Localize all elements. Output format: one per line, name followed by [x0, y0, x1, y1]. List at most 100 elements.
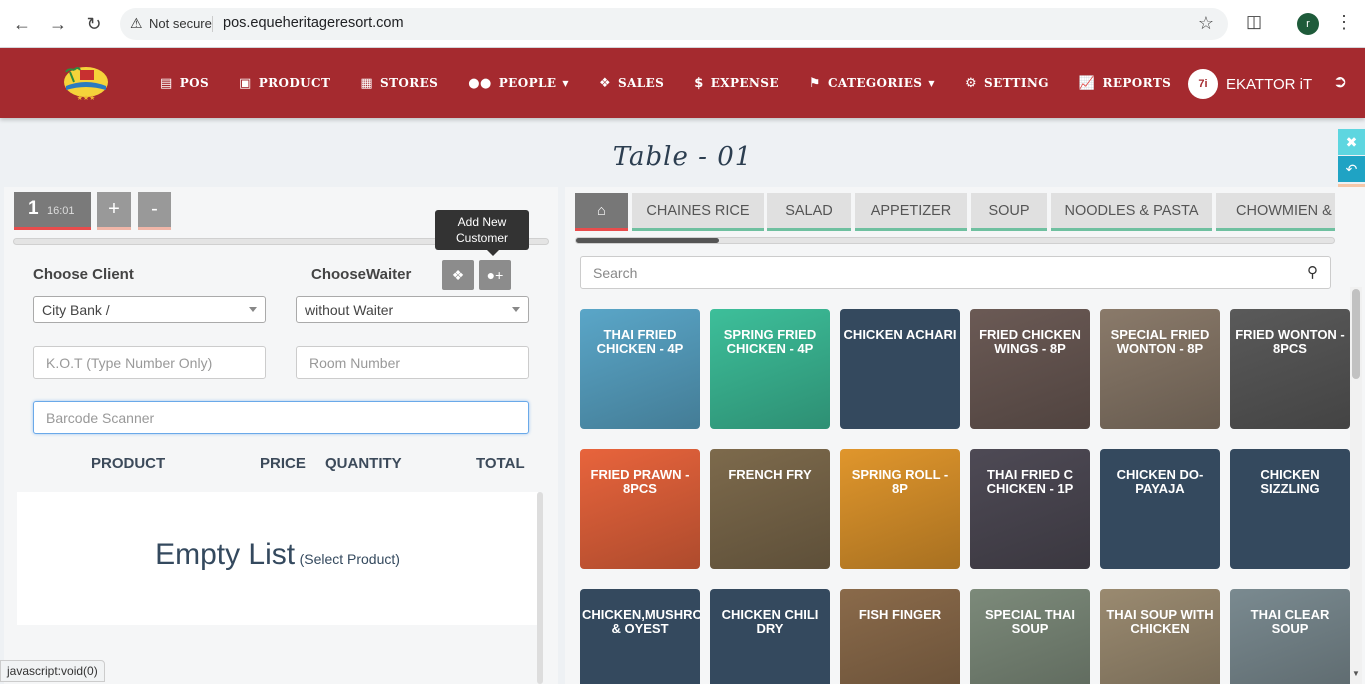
- product-search[interactable]: Search ⚲: [580, 256, 1331, 289]
- menu-people[interactable]: ●● PEOPLE ▼: [468, 76, 569, 91]
- tab-soup[interactable]: SOUP: [971, 193, 1047, 231]
- security-label[interactable]: Not secure: [149, 16, 212, 31]
- chevron-down-icon: ▼: [928, 78, 935, 88]
- reload-icon[interactable]: ↻: [82, 12, 106, 36]
- menu-pos-label: POS: [179, 76, 210, 90]
- products-panel: ⌂ CHAINES RICE SALAD APPETIZER SOUP NOOD…: [565, 187, 1365, 684]
- scrollbar-thumb[interactable]: [1352, 289, 1360, 379]
- profile-avatar[interactable]: r: [1297, 13, 1319, 35]
- product-name: CHICKEN CHILI DRY: [721, 607, 819, 636]
- tab-appetizer[interactable]: APPETIZER: [855, 193, 967, 231]
- brand-logo: 7i: [1188, 69, 1218, 99]
- menu-sales-label: SALES: [618, 76, 665, 90]
- product-card[interactable]: CHICKEN SIZZLING: [1230, 449, 1350, 569]
- search-input[interactable]: Search: [593, 265, 637, 281]
- logout-icon[interactable]: ➲: [1333, 72, 1347, 92]
- barcode-input[interactable]: Barcode Scanner: [33, 401, 529, 434]
- product-card[interactable]: SPECIAL THAI SOUP: [970, 589, 1090, 684]
- product-card[interactable]: THAI FRIED CHICKEN - 4P: [580, 309, 700, 429]
- tab-salad[interactable]: SALAD: [767, 193, 851, 231]
- product-card[interactable]: FISH FINGER: [840, 589, 960, 684]
- warning-icon: ⚠: [130, 15, 143, 31]
- search-icon[interactable]: ⚲: [1307, 263, 1318, 281]
- address-bar[interactable]: ⚠ Not secure pos.equeheritageresort.com …: [120, 8, 1228, 40]
- product-card[interactable]: FRENCH FRY: [710, 449, 830, 569]
- menu-expense[interactable]: $ EXPENSE: [694, 76, 779, 91]
- tab-chaines-rice[interactable]: CHAINES RICE: [632, 193, 764, 231]
- menu-stores-label: STORES: [380, 76, 439, 90]
- extensions-icon[interactable]: ◫: [1243, 12, 1265, 34]
- menu-product-label: PRODUCT: [258, 76, 331, 90]
- bookmark-star-icon[interactable]: ☆: [1198, 13, 1214, 34]
- menu-stores[interactable]: ▦ STORES: [360, 76, 438, 91]
- brand[interactable]: 7i EKATTOR iT: [1188, 69, 1312, 99]
- product-card[interactable]: SPECIAL FRIED WONTON - 8P: [1100, 309, 1220, 429]
- tab-noodles-pasta[interactable]: NOODLES & PASTA: [1051, 193, 1212, 231]
- waiter-select[interactable]: without Waiter: [296, 296, 529, 323]
- client-label: Choose Client: [33, 266, 134, 283]
- product-name: SPRING ROLL - 8P: [851, 467, 949, 496]
- order-tab-time: 16:01: [47, 205, 75, 217]
- product-card[interactable]: CHICKEN CHILI DRY: [710, 589, 830, 684]
- back-icon[interactable]: ←: [10, 12, 34, 36]
- product-card[interactable]: CHICKEN,MUSHROOM & OYEST: [580, 589, 700, 684]
- product-card[interactable]: FRIED WONTON - 8PCS: [1230, 309, 1350, 429]
- tab-chowmien[interactable]: CHOWMIEN & C: [1216, 193, 1335, 231]
- product-name: SPECIAL THAI SOUP: [984, 607, 1076, 636]
- ticket-icon[interactable]: ❖: [442, 260, 474, 290]
- add-order-button[interactable]: +: [97, 192, 131, 230]
- menu-categories[interactable]: ⚑ CATEGORIES ▼: [809, 76, 935, 91]
- product-name: CHICKEN SIZZLING: [1260, 467, 1320, 496]
- resort-logo[interactable]: ★★★: [62, 64, 110, 102]
- menu-product[interactable]: ▣ PRODUCT: [239, 76, 330, 91]
- menu-sales[interactable]: ❖ SALES: [599, 76, 664, 91]
- status-bar: javascript:void(0): [0, 660, 105, 682]
- gears-icon: ⚙: [964, 75, 977, 91]
- column-price: PRICE: [260, 455, 306, 472]
- add-customer-button[interactable]: ●+: [479, 260, 511, 290]
- remove-order-button[interactable]: -: [138, 192, 171, 230]
- url-text[interactable]: pos.equeheritageresort.com: [223, 15, 404, 31]
- scroll-down-icon[interactable]: ▼: [1352, 669, 1360, 678]
- scrollbar-thumb[interactable]: [576, 238, 719, 243]
- menu-setting[interactable]: ⚙ SETTING: [965, 76, 1049, 91]
- menu-people-label: PEOPLE: [498, 76, 557, 90]
- room-number-input[interactable]: Room Number: [296, 346, 529, 379]
- product-card[interactable]: FRIED PRAWN - 8PCS: [580, 449, 700, 569]
- cart-scrollbar[interactable]: [537, 492, 543, 684]
- menu-pos[interactable]: ▤ POS: [160, 76, 209, 91]
- client-select[interactable]: City Bank /: [33, 296, 266, 323]
- product-name: SPECIAL FRIED WONTON - 8P: [1110, 327, 1210, 356]
- bookmark-icon: ⚑: [808, 75, 821, 91]
- product-name: SPRING FRIED CHICKEN - 4P: [723, 327, 817, 356]
- product-name: FRIED WONTON - 8PCS: [1235, 327, 1345, 356]
- main-menu: ▤ POS ▣ PRODUCT ▦ STORES ●● PEOPLE ▼ ❖ S…: [160, 48, 1201, 118]
- product-card[interactable]: FRIED CHICKEN WINGS - 8P: [970, 309, 1090, 429]
- brand-name: EKATTOR iT: [1226, 75, 1313, 93]
- dollar-icon: $: [694, 75, 704, 91]
- product-name: FRIED CHICKEN WINGS - 8P: [979, 327, 1081, 356]
- browser-menu-icon[interactable]: ⋮: [1335, 12, 1353, 33]
- product-card[interactable]: SPRING FRIED CHICKEN - 4P: [710, 309, 830, 429]
- svg-text:★★★: ★★★: [77, 94, 96, 102]
- menu-expense-label: EXPENSE: [710, 76, 779, 90]
- chevron-down-icon: [512, 307, 520, 312]
- product-card[interactable]: CHICKEN ACHARI: [840, 309, 960, 429]
- page-scrollbar[interactable]: ▼: [1350, 287, 1362, 684]
- app-header: ★★★ ▤ POS ▣ PRODUCT ▦ STORES ●● PEOPLE ▼…: [0, 48, 1365, 118]
- product-card[interactable]: THAI FRIED C CHICKEN - 1P: [970, 449, 1090, 569]
- product-card[interactable]: THAI CLEAR SOUP: [1230, 589, 1350, 684]
- chevron-down-icon: [249, 307, 257, 312]
- product-card[interactable]: SPRING ROLL - 8P: [840, 449, 960, 569]
- category-scrollbar[interactable]: [575, 237, 1335, 244]
- column-product: PRODUCT: [91, 455, 166, 472]
- menu-reports-label: REPORTS: [1102, 76, 1172, 90]
- home-tab[interactable]: ⌂: [575, 193, 628, 231]
- forward-icon[interactable]: →: [46, 12, 70, 36]
- kot-input[interactable]: K.O.T (Type Number Only): [33, 346, 266, 379]
- product-card[interactable]: CHICKEN DO-PAYAJA: [1100, 449, 1220, 569]
- order-tab[interactable]: 1 16:01: [14, 192, 91, 230]
- browser-toolbar: ← → ↻ ⚠ Not secure pos.equeheritageresor…: [0, 0, 1365, 48]
- menu-reports[interactable]: 📈 REPORTS: [1079, 76, 1171, 91]
- product-card[interactable]: THAI SOUP WITH CHICKEN: [1100, 589, 1220, 684]
